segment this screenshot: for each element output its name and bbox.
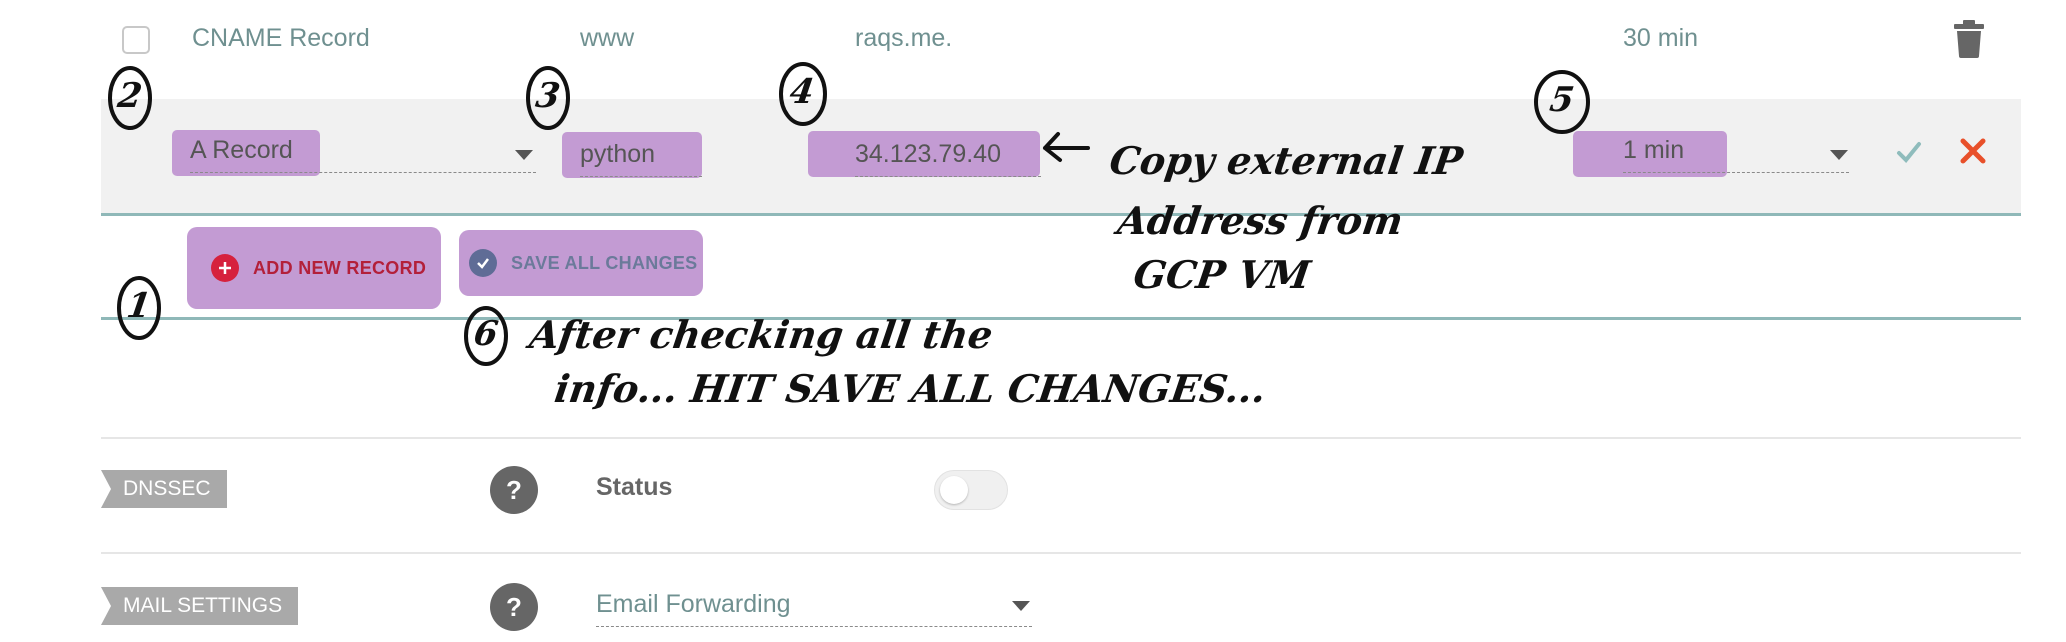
annotation-note-ip-line2: Address from bbox=[1114, 198, 1406, 243]
annotation-note-save-line2: info... HIT SAVE ALL CHANGES... bbox=[551, 366, 1269, 411]
annotation-note-ip-line3: GCP VM bbox=[1130, 252, 1314, 297]
annotation-note-save-line1: After checking all the bbox=[526, 312, 996, 357]
annotation-layer bbox=[108, 62, 1590, 366]
annotation-note-ip-line1: Copy external IP bbox=[1106, 138, 1466, 183]
arrow-icon bbox=[1043, 132, 1090, 162]
